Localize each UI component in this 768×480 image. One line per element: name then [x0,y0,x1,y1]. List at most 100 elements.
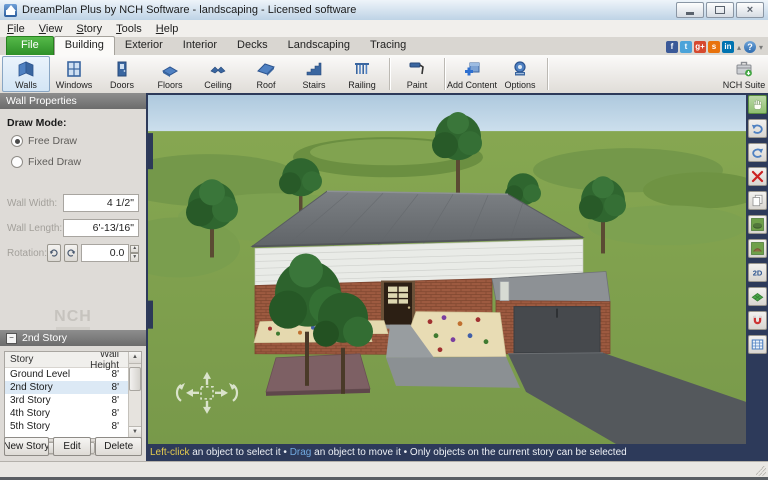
spin-up-icon[interactable]: ▲ [130,245,139,254]
3d-viewport[interactable] [148,95,746,444]
toolbar-label: Stairs [302,80,325,90]
draw-mode-fixed-draw[interactable]: Fixed Draw [11,156,139,168]
splitter-handle[interactable] [148,133,153,169]
tab-decks[interactable]: Decks [227,37,278,55]
close-icon: × [747,5,753,16]
toolbar-label: Roof [256,80,275,90]
rotate-right-button[interactable] [64,244,78,262]
facebook-icon[interactable]: f [666,41,678,53]
rotate-left-icon [48,247,60,259]
vertical-scroll-thumb[interactable] [129,367,141,391]
status-bar: Left-click an object to select it • Drag… [150,444,768,461]
linkedin-icon[interactable]: in [722,41,734,53]
front-door[interactable] [381,281,415,329]
help-dropdown-icon[interactable]: ▾ [758,43,764,52]
menu-help[interactable]: Help [149,22,186,36]
twitter-icon[interactable]: t [680,41,692,53]
radio-icon[interactable] [11,156,23,168]
toolbar-ceiling-button[interactable]: Ceiling [194,56,242,92]
close-button[interactable]: × [736,2,764,18]
ceiling-icon [208,59,228,79]
terrain-raise-button[interactable] [748,239,767,258]
edit-story-button[interactable]: Edit [53,437,92,456]
radio-label: Free Draw [28,135,77,147]
garage[interactable] [492,272,610,354]
tab-tracing[interactable]: Tracing [360,37,416,55]
tab-building[interactable]: Building [54,36,115,55]
rotation-spinner[interactable]: ▲ ▼ [130,245,139,262]
walkway-apron[interactable] [386,357,520,388]
3d-scene[interactable] [148,95,746,444]
paint-icon [407,59,427,79]
table-row-2nd-story[interactable]: 2nd Story8' [5,381,129,394]
toolbar-label: Doors [110,80,134,90]
delete-story-button[interactable]: Delete [95,437,142,456]
window-title: DreamPlan Plus by NCH Software - landsca… [22,4,356,16]
toolbar-doors-button[interactable]: Doors [98,56,146,92]
menu-story[interactable]: Story [69,22,109,36]
side-door[interactable] [500,282,509,301]
undo-button[interactable] [748,119,767,138]
tab-interior[interactable]: Interior [173,37,227,55]
vertical-scrollbar[interactable]: ▲ ▼ [128,352,141,438]
google-plus-icon[interactable]: g+ [694,41,706,53]
grid-button[interactable] [748,335,767,354]
rotation-label: Rotation: [7,248,47,259]
scroll-up-icon[interactable]: ▲ [129,352,141,364]
snap-magnet-button[interactable] [748,311,767,330]
new-story-button[interactable]: New Story [4,437,49,456]
pan-tool-icon [750,97,765,112]
menu-file[interactable]: File [0,22,32,36]
table-row-5th-story[interactable]: 5th Story8' [5,420,129,433]
tab-exterior[interactable]: Exterior [115,37,173,55]
copy-button[interactable] [748,191,767,210]
rotate-left-button[interactable] [47,244,61,262]
toolbar-paint-button[interactable]: Paint [393,56,441,92]
tab-file[interactable]: File [6,36,54,55]
view-plane-button[interactable] [748,287,767,306]
splitter-handle[interactable] [148,301,153,329]
spin-down-icon[interactable]: ▼ [130,253,139,262]
toolbar-options-button[interactable]: Options [496,56,544,92]
toolbar-label: Floors [157,80,182,90]
help-icon[interactable]: ? [744,41,756,53]
tab-landscaping[interactable]: Landscaping [278,37,360,55]
table-row-4th-story[interactable]: 4th Story8' [5,407,129,420]
terrain-lower-button[interactable] [748,215,767,234]
draw-mode-free-draw[interactable]: Free Draw [11,135,139,147]
resize-grip[interactable] [756,466,766,476]
front-planter[interactable] [266,354,370,396]
radio-icon[interactable] [11,135,23,147]
rotation-field[interactable]: 0.0 [81,244,129,262]
undo-icon [750,121,765,136]
toolbar-floors-button[interactable]: Floors [146,56,194,92]
delete-button[interactable] [748,167,767,186]
view-2d-button[interactable] [748,263,767,282]
table-row-3rd-story[interactable]: 3rd Story8' [5,394,129,407]
toolbar-add-content-button[interactable]: Add Content [448,56,496,92]
toolbar-windows-button[interactable]: Windows [50,56,98,92]
grid-icon [750,337,765,352]
share-icon[interactable]: s [708,41,720,53]
minimize-button[interactable] [676,2,704,18]
redo-button[interactable] [748,143,767,162]
collapse-strip-icon[interactable]: ▴ [736,43,742,52]
menu-view[interactable]: View [32,22,70,36]
toolbar-label: Walls [15,80,37,90]
toolbar-railing-button[interactable]: Railing [338,56,386,92]
pan-tool-button[interactable] [748,95,767,114]
table-row-ground-level[interactable]: Ground Level8' [5,368,129,381]
view-2d-icon [750,265,765,280]
add-content-icon [462,59,482,79]
roof-icon [256,59,276,79]
toolbar-roof-button[interactable]: Roof [242,56,290,92]
menu-tools[interactable]: Tools [109,22,149,36]
wall-length-field[interactable]: 6'-13/16" [63,219,139,237]
collapse-icon[interactable]: − [6,333,17,344]
toolbar-walls-button[interactable]: Walls [2,56,50,92]
wall-width-field[interactable]: 4 1/2" [63,194,139,212]
terrain-raise-icon [750,241,765,256]
maximize-button[interactable] [706,2,734,18]
toolbar-stairs-button[interactable]: Stairs [290,56,338,92]
toolbar-nch-suite-button[interactable]: NCH Suite [720,56,768,92]
